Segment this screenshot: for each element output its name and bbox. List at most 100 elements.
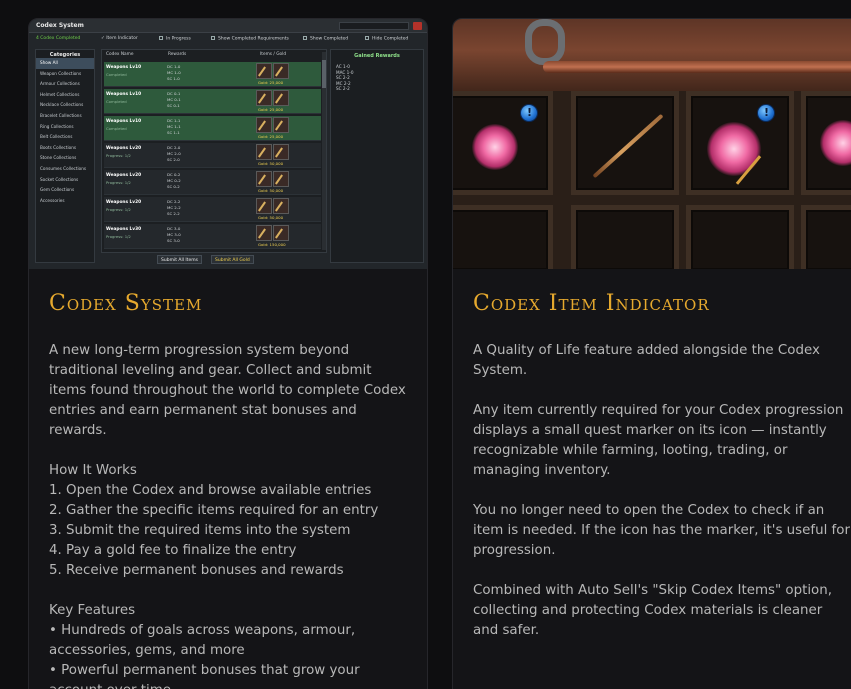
chain-ornament-icon — [525, 19, 565, 65]
codex-entry-items — [256, 117, 292, 133]
codex-entry-row[interactable]: Weapons Lv20 Progress: 1/2 DC 2-0 MC 2-0 SC … — [104, 143, 321, 168]
category-item[interactable]: Necklace Collections — [36, 100, 94, 111]
codex-entry-items — [256, 90, 292, 106]
codex-entry-status: Progress: 1/2 — [106, 153, 131, 158]
codex-entry-gold: Gold: 50,000 — [258, 215, 284, 220]
codex-entry-items — [256, 171, 292, 187]
codex-completed-count: 4 Codex Completed — [36, 36, 81, 41]
column-header-name: Codex Name — [106, 52, 134, 57]
codex-entry-rewards: DC 0-1 MC 0-1 SC 0-1 — [167, 91, 181, 109]
reward-stat: SC 3-0 — [167, 238, 180, 243]
weapon-item-icon — [256, 144, 272, 160]
category-item[interactable]: Show All — [36, 58, 94, 69]
inventory-slot[interactable] — [571, 91, 679, 195]
codex-entry-row[interactable]: Weapons Lv30 Progress: 1/2 DC 3-0 MC 3-0 SC … — [104, 224, 321, 249]
category-item[interactable]: Socket Collections — [36, 175, 94, 186]
weapon-item-icon — [256, 225, 272, 241]
category-item[interactable]: Stone Collections — [36, 153, 94, 164]
category-item[interactable]: Weapon Collections — [36, 69, 94, 80]
show-completed-req-checkbox[interactable]: Show Completed Requirements — [211, 36, 289, 42]
checkbox-icon — [303, 36, 307, 40]
checkbox-icon — [365, 36, 369, 40]
codex-entry-status: Completed — [106, 72, 127, 77]
codex-entry-name: Weapons Lv10 — [106, 65, 142, 70]
checkbox-icon — [211, 36, 215, 40]
rod-ornament-icon — [543, 61, 851, 73]
weapon-item-icon — [273, 225, 289, 241]
inventory-grid — [453, 91, 851, 269]
category-item[interactable]: Ring Collections — [36, 122, 94, 133]
codex-entry-row[interactable]: Weapons Lv10 Completed DC 1-1 MC 1-1 SC 1-1 G… — [104, 116, 321, 141]
weapon-item-icon — [256, 198, 272, 214]
reward-stat: SC 0-2 — [167, 184, 180, 189]
category-item[interactable]: Consumes Collections — [36, 164, 94, 175]
inventory-slot[interactable] — [453, 91, 553, 195]
category-item[interactable]: Gem Collections — [36, 185, 94, 196]
weapon-item-icon — [256, 63, 272, 79]
codex-entry-name: Weapons Lv20 — [106, 146, 142, 151]
submit-all-items-button[interactable]: Submit All Items — [157, 255, 202, 264]
show-completed-checkbox[interactable]: Show Completed — [303, 36, 348, 42]
inventory-screenshot — [453, 19, 851, 269]
flower-item-icon — [472, 124, 518, 170]
reward-stat: SC 1-1 — [167, 130, 180, 135]
category-item[interactable]: Boots Collections — [36, 143, 94, 154]
step-item: 1. Open the Codex and browse available e… — [49, 483, 372, 498]
inventory-slot[interactable] — [571, 205, 679, 269]
codex-entry-name: Weapons Lv30 — [106, 227, 142, 232]
submit-all-gold-button[interactable]: Submit All Gold — [211, 255, 254, 264]
hide-completed-label: Hide Completed — [372, 36, 409, 42]
codex-entry-items — [256, 198, 292, 214]
weapon-item-icon — [273, 144, 289, 160]
category-item[interactable]: Bracelet Collections — [36, 111, 94, 122]
inventory-slot[interactable] — [801, 205, 851, 269]
close-icon[interactable] — [413, 22, 422, 30]
inventory-frame-top — [453, 19, 851, 97]
show-completed-label: Show Completed — [310, 36, 349, 42]
codex-search-input[interactable] — [339, 22, 409, 30]
flower-item-icon — [820, 120, 851, 166]
inventory-slot[interactable] — [801, 91, 851, 195]
codex-window: Codex System 4 Codex Completed ✓ Item In… — [29, 19, 427, 269]
codex-filter-bar: 4 Codex Completed ✓ Item Indicator In Pr… — [29, 36, 427, 46]
codex-entry-row[interactable]: Weapons Lv20 Progress: 1/2 DC 0-2 MC 0-2 SC … — [104, 170, 321, 195]
codex-entry-gold: Gold: 25,000 — [258, 107, 284, 112]
in-progress-checkbox[interactable]: In Progress — [159, 36, 191, 42]
inventory-slot[interactable] — [453, 205, 553, 269]
key-features-list: • Hundreds of goals across weapons, armo… — [49, 621, 407, 689]
indicator-paragraph: Any item currently required for your Cod… — [473, 403, 844, 478]
codex-entry-items — [256, 225, 292, 241]
codex-list-scrollbar[interactable] — [322, 52, 326, 250]
weapon-item-icon — [273, 63, 289, 79]
inventory-slot[interactable] — [686, 205, 794, 269]
category-item[interactable]: Accessories — [36, 196, 94, 207]
codex-entry-row[interactable]: Weapons Lv10 Completed DC 0-1 MC 0-1 SC 0-1 G… — [104, 89, 321, 114]
codex-entry-row[interactable]: Weapons Lv20 Progress: 1/2 DC 2-2 MC 2-2 SC … — [104, 197, 321, 222]
codex-entry-status: Completed — [106, 99, 127, 104]
codex-item-indicator-card: Codex Item Indicator A Quality of Life f… — [452, 18, 851, 689]
weapon-item-icon — [273, 171, 289, 187]
codex-entry-rewards: DC 2-0 MC 2-0 SC 2-0 — [167, 145, 181, 163]
codex-entry-rewards: DC 3-0 MC 3-0 SC 3-0 — [167, 226, 181, 244]
codex-entry-row[interactable]: Weapons Lv10 Completed DC 1-0 MC 1-0 SC 1-0 G… — [104, 62, 321, 87]
weapon-item-icon — [273, 117, 289, 133]
codex-entry-status: Progress: 1/2 — [106, 207, 131, 212]
column-header-items: Items / Gold — [260, 52, 287, 57]
codex-entry-gold: Gold: 50,000 — [258, 188, 284, 193]
category-item[interactable]: Armour Collections — [36, 79, 94, 90]
codex-entry-status: Progress: 1/2 — [106, 180, 131, 185]
staff-item-icon — [592, 113, 664, 179]
item-indicator-label: Item Indicator — [106, 36, 138, 41]
codex-item-indicator-title: Codex Item Indicator — [473, 291, 710, 316]
category-item[interactable]: Belt Collections — [36, 132, 94, 143]
inventory-slot[interactable] — [686, 91, 794, 195]
how-it-works-heading: How It Works — [49, 463, 137, 478]
codex-system-card: Codex System 4 Codex Completed ✓ Item In… — [28, 18, 428, 689]
hide-completed-checkbox[interactable]: Hide Completed — [365, 36, 408, 42]
category-item[interactable]: Helmet Collections — [36, 90, 94, 101]
column-header-rewards: Rewards — [168, 52, 187, 57]
reward-stat: SC 1-0 — [167, 76, 180, 81]
flower-item-icon — [707, 122, 761, 176]
scrollbar-thumb[interactable] — [322, 60, 326, 88]
item-indicator-checkbox[interactable]: ✓ Item Indicator — [101, 36, 138, 41]
